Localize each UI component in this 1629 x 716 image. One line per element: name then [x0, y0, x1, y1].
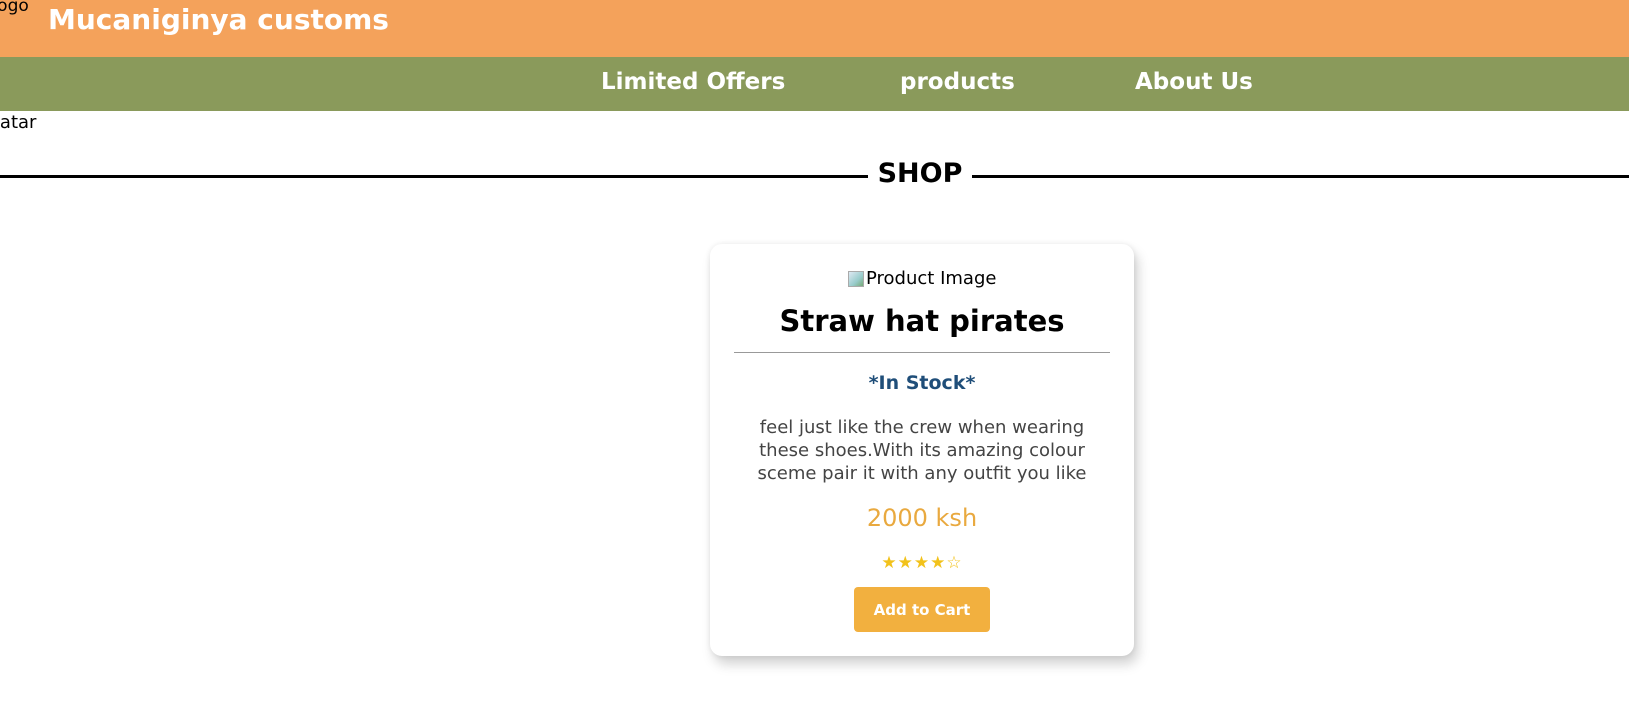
product-card: Product Image Straw hat pirates *In Stoc…: [710, 244, 1134, 656]
nav-limited-offers[interactable]: Limited Offers: [601, 69, 785, 95]
shop-divider-right: [972, 175, 1629, 178]
product-image: Product Image: [848, 268, 996, 289]
avatar-image[interactable]: Avatar: [0, 112, 36, 133]
stock-status: *In Stock*: [868, 372, 976, 394]
product-title: Straw hat pirates: [779, 304, 1065, 338]
star-rating: ★★★★☆: [881, 553, 963, 573]
product-price: 2000 ksh: [866, 504, 978, 532]
nav-about-us[interactable]: About Us: [1135, 69, 1253, 95]
site-header: Logo Mucaniginya customs: [0, 0, 1629, 57]
product-image-alt: Product Image: [866, 268, 997, 289]
main-nav: Limited Offers products About Us: [0, 57, 1629, 111]
brand-title: Mucaniginya customs: [48, 3, 389, 36]
product-description: feel just like the crew when wearing the…: [757, 417, 1087, 484]
shop-divider-left: [0, 175, 868, 178]
add-to-cart-button[interactable]: Add to Cart: [854, 587, 990, 632]
nav-products[interactable]: products: [900, 69, 1015, 95]
logo-image[interactable]: Logo: [0, 0, 29, 16]
product-divider: [734, 352, 1110, 353]
broken-image-icon: [848, 270, 864, 287]
shop-heading: SHOP: [877, 158, 963, 189]
